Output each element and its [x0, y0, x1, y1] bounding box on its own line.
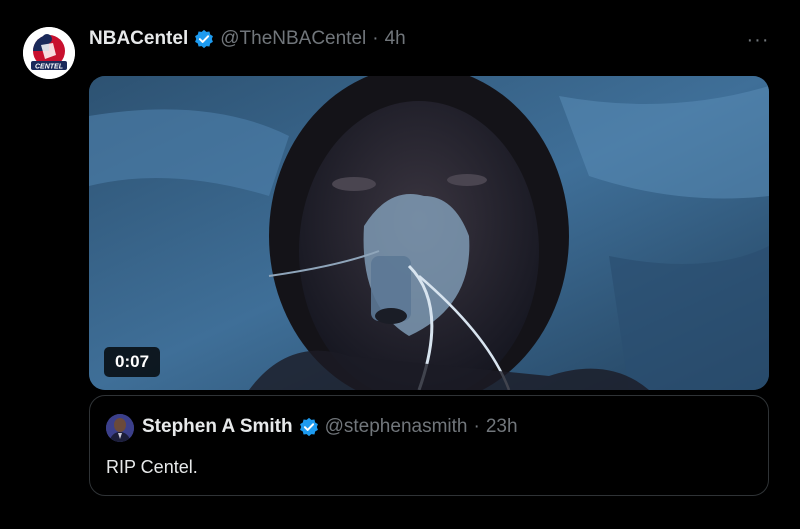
avatar-logo-text: CENTEL: [35, 64, 63, 71]
quoted-tweet-header: Stephen A Smith @stephenasmith · 23h: [142, 416, 518, 438]
author-avatar[interactable]: CENTEL: [23, 27, 75, 79]
quoted-tweet[interactable]: Stephen A Smith @stephenasmith · 23h RIP…: [89, 395, 769, 496]
time-separator: ·: [372, 28, 379, 49]
verified-badge-icon: [299, 417, 319, 437]
quoted-time-separator: ·: [473, 416, 480, 437]
quoted-author-avatar[interactable]: [106, 414, 134, 442]
tweet-header: NBACentel @TheNBACentel · 4h: [89, 28, 406, 50]
video-frame: [89, 76, 769, 390]
quoted-tweet-text: RIP Centel.: [106, 457, 198, 477]
author-handle[interactable]: @TheNBACentel: [220, 28, 366, 50]
tweet-timestamp[interactable]: 4h: [385, 28, 406, 50]
more-options-icon[interactable]: ···: [745, 30, 771, 56]
quoted-author-name[interactable]: Stephen A Smith: [142, 416, 293, 438]
verified-badge-icon: [194, 29, 214, 49]
quoted-tweet-timestamp[interactable]: 23h: [486, 416, 518, 438]
quoted-author-handle[interactable]: @stephenasmith: [325, 416, 468, 438]
video-duration: 0:07: [104, 347, 161, 377]
tweet-video[interactable]: [89, 76, 769, 390]
author-name[interactable]: NBACentel: [89, 28, 188, 50]
